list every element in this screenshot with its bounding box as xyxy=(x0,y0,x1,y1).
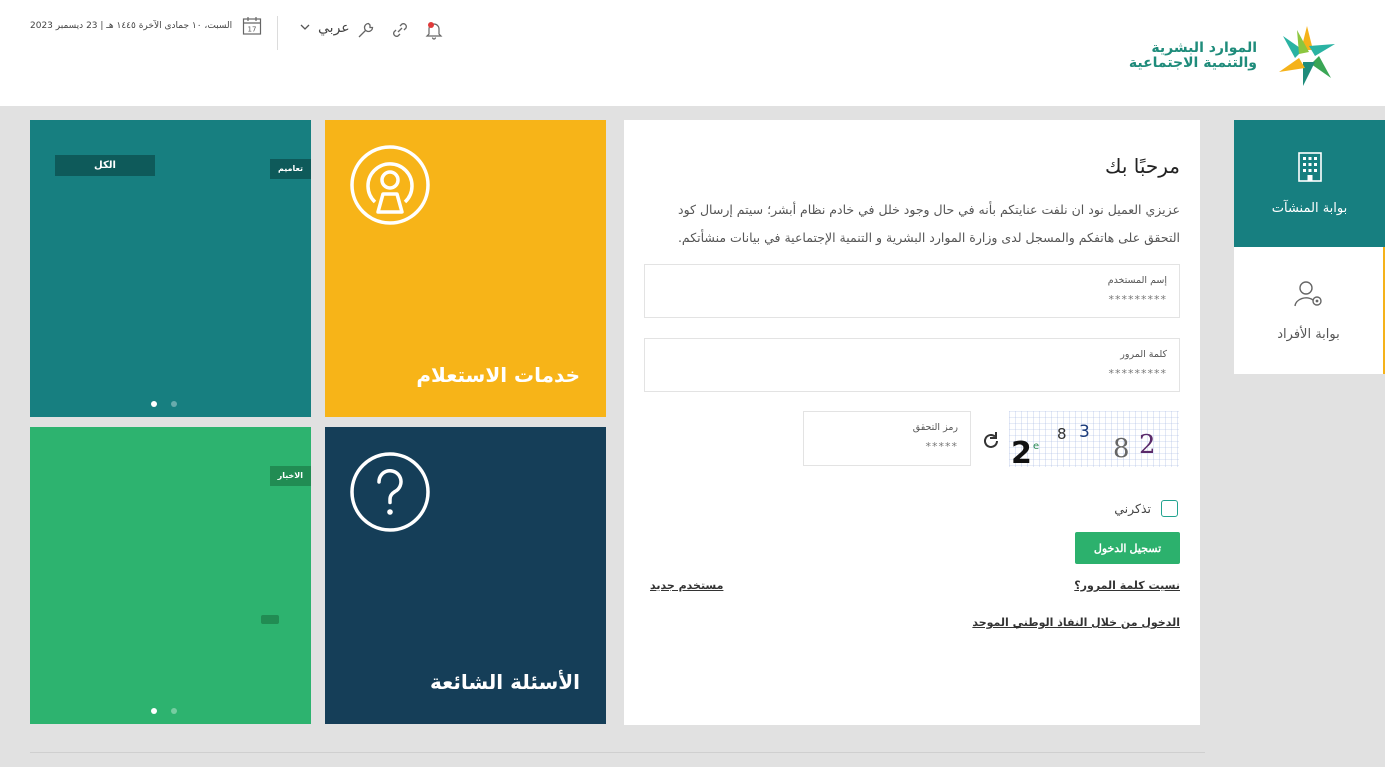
faq-tile[interactable]: الأسئلة الشائعة xyxy=(325,427,606,724)
header-divider xyxy=(277,16,278,50)
footer-divider xyxy=(30,752,1205,753)
login-card: مرحبًا بك عزيزي العميل نود ان نلفت عنايت… xyxy=(624,120,1200,725)
username-label: إسم المستخدم xyxy=(1107,275,1167,286)
svg-text:8: 8 xyxy=(1057,425,1067,443)
question-circle-icon xyxy=(350,452,430,532)
nafath-login-link[interactable]: الدخول من خلال النفاذ الوطني الموحد xyxy=(972,616,1180,629)
svg-text:2: 2 xyxy=(1139,430,1156,460)
inquiry-services-title: خدمات الاستعلام xyxy=(416,363,580,387)
logo-star-icon xyxy=(1279,26,1335,86)
inquiry-services-tile[interactable]: خدمات الاستعلام xyxy=(325,120,606,417)
intro-text: عزيزي العميل نود ان نلفت عنايتكم بأنه في… xyxy=(677,202,1180,245)
logo-text: الموارد البشرية والتنمية الاجتماعية xyxy=(1129,41,1257,71)
username-input[interactable]: ********* xyxy=(1109,293,1168,306)
password-input[interactable]: ********* xyxy=(1109,367,1168,380)
password-field[interactable]: كلمة المرور ********* xyxy=(644,338,1180,392)
date-display: السبت، ١٠ جمادى الآخرة ١٤٤٥ هـ | 23 ديسم… xyxy=(30,16,262,36)
placeholder-mark xyxy=(261,615,279,624)
link-icon[interactable] xyxy=(390,20,410,40)
portal-establishments[interactable]: بوابة المنشآت xyxy=(1234,120,1385,247)
news-carousel-dots xyxy=(151,401,177,407)
refresh-captcha-icon[interactable] xyxy=(980,430,1002,452)
ministry-logo[interactable]: الموارد البشرية والتنمية الاجتماعية xyxy=(1129,24,1349,88)
login-button[interactable]: تسجيل الدخول xyxy=(1075,532,1180,564)
announcements-carousel-dots xyxy=(151,708,177,714)
chevron-down-icon xyxy=(300,20,310,36)
portal-establishments-label: بوابة المنشآت xyxy=(1271,201,1348,216)
calendar-icon: 17 xyxy=(242,16,262,36)
building-icon xyxy=(1297,151,1323,187)
carousel-dot[interactable] xyxy=(171,708,177,714)
portal-individuals-label: بوابة الأفراد xyxy=(1277,327,1340,342)
bell-icon[interactable] xyxy=(424,20,444,40)
captcha-image: 2 e 8 3 8 2 xyxy=(1009,411,1179,471)
svg-text:3: 3 xyxy=(1079,422,1090,442)
forgot-password-link[interactable]: نسيت كلمة المرور؟ xyxy=(1074,579,1180,592)
svg-text:8: 8 xyxy=(1113,434,1130,464)
all-tab[interactable]: الكل xyxy=(55,155,155,176)
logo-line-1: الموارد البشرية xyxy=(1151,40,1257,56)
faq-title: الأسئلة الشائعة xyxy=(430,670,580,694)
news-tile: الكل تعاميم xyxy=(30,120,311,417)
new-user-link[interactable]: مستخدم جديد xyxy=(650,579,723,592)
circulars-badge[interactable]: تعاميم xyxy=(269,159,311,179)
username-field[interactable]: إسم المستخدم ********* xyxy=(644,264,1180,318)
portal-individuals[interactable]: بوابة الأفراد xyxy=(1234,247,1385,374)
captcha-label: رمز التحقق xyxy=(912,422,958,433)
remember-me-checkbox[interactable] xyxy=(1161,500,1178,517)
language-label: عربي xyxy=(318,20,350,36)
carousel-dot[interactable] xyxy=(171,401,177,407)
captcha-input[interactable]: ***** xyxy=(926,440,959,453)
language-selector[interactable]: عربي xyxy=(300,20,350,36)
captcha-field[interactable]: رمز التحقق ***** xyxy=(803,411,971,466)
wrench-icon[interactable] xyxy=(356,20,376,40)
announcements-tile: الاخبار xyxy=(30,427,311,724)
svg-text:e: e xyxy=(1033,441,1039,452)
remember-me-label: تذكرني xyxy=(1114,501,1151,516)
remember-me[interactable]: تذكرني xyxy=(1114,500,1178,517)
carousel-dot[interactable] xyxy=(151,708,157,714)
password-label: كلمة المرور xyxy=(1120,349,1167,360)
header-icons xyxy=(356,20,444,40)
podcast-icon xyxy=(350,145,430,225)
svg-text:2: 2 xyxy=(1011,436,1032,467)
top-header: السبت، ١٠ جمادى الآخرة ١٤٤٥ هـ | 23 ديسم… xyxy=(0,0,1385,106)
carousel-dot[interactable] xyxy=(151,401,157,407)
logo-line-2: والتنمية الاجتماعية xyxy=(1128,55,1257,71)
news-badge[interactable]: الاخبار xyxy=(269,466,311,486)
user-settings-icon xyxy=(1293,279,1325,313)
date-text: السبت، ١٠ جمادى الآخرة ١٤٤٥ هـ | 23 ديسم… xyxy=(30,21,233,31)
calendar-day: 17 xyxy=(248,26,257,34)
welcome-title: مرحبًا بك xyxy=(1104,154,1180,178)
